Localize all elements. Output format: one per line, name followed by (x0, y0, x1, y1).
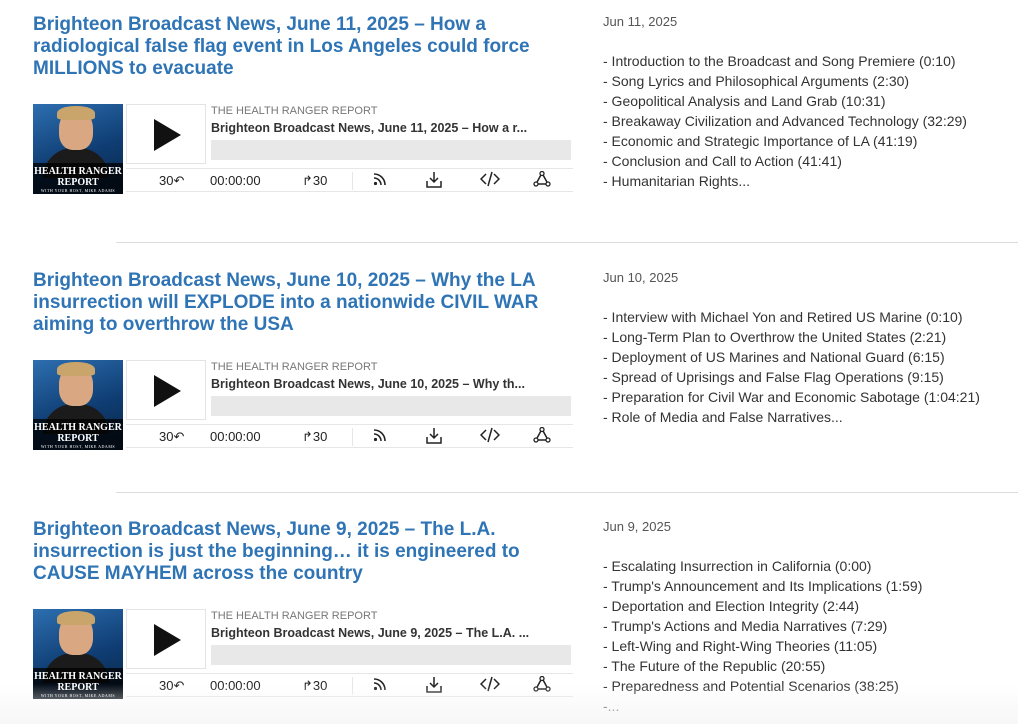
cover-brand-text: HEALTH RANGER REPORT (34, 422, 122, 444)
show-name: THE HEALTH RANGER REPORT (211, 105, 378, 117)
podcast-cover-image: HEALTH RANGER REPORT WITH YOUR HOST, MIKE… (33, 104, 123, 194)
show-name: THE HEALTH RANGER REPORT (211, 361, 378, 373)
play-button[interactable] (126, 609, 206, 669)
embed-code-icon[interactable] (479, 171, 501, 192)
topic-item: - Escalating Insurrection in California … (603, 558, 872, 574)
topic-item: - Deployment of US Marines and National … (603, 349, 945, 365)
topic-item: - Trump's Actions and Media Narratives (… (603, 618, 888, 634)
player-controls: 30↶ 00:00:00 ↱30 (126, 168, 573, 192)
topic-item: - Long-Term Plan to Overthrow the United… (603, 329, 947, 345)
current-time: 00:00:00 (210, 429, 261, 444)
play-icon (154, 375, 181, 407)
topic-item: - Preparedness and Potential Scenarios (… (603, 678, 899, 694)
progress-bar[interactable] (211, 396, 571, 416)
player-controls: 30↶ 00:00:00 ↱30 (126, 424, 573, 448)
forward-30-button[interactable]: ↱30 (302, 677, 327, 695)
topic-item: - Trump's Announcement and Its Implicati… (603, 578, 923, 594)
play-button[interactable] (126, 104, 206, 164)
divider (116, 242, 1018, 243)
current-time: 00:00:00 (210, 173, 261, 188)
episode-date: Jun 11, 2025 (603, 14, 678, 29)
episode-title-link[interactable]: Brighteon Broadcast News, June 9, 2025 –… (33, 519, 573, 585)
topic-item: - Song Lyrics and Philosophical Argument… (603, 73, 910, 89)
topic-item: - Interview with Michael Yon and Retired… (603, 309, 963, 325)
topic-item: - Economic and Strategic Importance of L… (603, 133, 918, 149)
topic-list: - Introduction to the Broadcast and Song… (603, 51, 967, 191)
play-icon (154, 624, 181, 656)
rewind-30-button[interactable]: 30↶ (159, 428, 184, 446)
play-button[interactable] (126, 360, 206, 420)
topic-list: - Escalating Insurrection in California … (603, 556, 922, 716)
podcast-cover-image: HEALTH RANGER REPORT WITH YOUR HOST, MIKE… (33, 360, 123, 450)
episode-title-link[interactable]: Brighteon Broadcast News, June 11, 2025 … (33, 14, 573, 80)
topic-item: - Deportation and Election Integrity (2:… (603, 598, 860, 614)
episode-date: Jun 9, 2025 (603, 519, 671, 534)
topic-item: - Preparation for Civil War and Economic… (603, 389, 980, 405)
progress-bar[interactable] (211, 645, 571, 665)
rss-icon[interactable] (372, 171, 388, 192)
topic-item: - The Future of the Republic (20:55) (603, 658, 826, 674)
player-controls: 30↶ 00:00:00 ↱30 (126, 673, 573, 697)
topic-list: - Interview with Michael Yon and Retired… (603, 307, 980, 427)
topic-item: - Conclusion and Call to Action (41:41) (603, 153, 842, 169)
share-icon[interactable] (533, 426, 551, 448)
track-title: Brighteon Broadcast News, June 11, 2025 … (211, 121, 528, 135)
forward-30-button[interactable]: ↱30 (302, 428, 327, 446)
rss-icon[interactable] (372, 676, 388, 697)
topic-item: - Spread of Uprisings and False Flag Ope… (603, 369, 944, 385)
audio-player: HEALTH RANGER REPORT WITH YOUR HOST, MIKE… (33, 104, 573, 194)
cover-brand-text: HEALTH RANGER REPORT (34, 671, 122, 693)
track-title: Brighteon Broadcast News, June 9, 2025 –… (211, 626, 530, 640)
download-icon[interactable] (426, 676, 442, 699)
forward-30-button[interactable]: ↱30 (302, 172, 327, 190)
episode-date: Jun 10, 2025 (603, 270, 679, 285)
topic-item: - Role of Media and False Narratives... (603, 409, 843, 425)
audio-player: HEALTH RANGER REPORT WITH YOUR HOST, MIKE… (33, 360, 573, 450)
rss-icon[interactable] (372, 427, 388, 448)
cover-brand-text: HEALTH RANGER REPORT (34, 166, 122, 188)
embed-code-icon[interactable] (479, 427, 501, 448)
cover-subtext: WITH YOUR HOST, MIKE ADAMS (40, 444, 116, 449)
download-icon[interactable] (426, 171, 442, 194)
topic-item: - Introduction to the Broadcast and Song… (603, 53, 956, 69)
cover-subtext: WITH YOUR HOST, MIKE ADAMS (40, 693, 116, 698)
topic-item: -... (603, 698, 620, 714)
topic-item: - Humanitarian Rights... (603, 173, 751, 189)
show-name: THE HEALTH RANGER REPORT (211, 610, 378, 622)
divider (116, 492, 1018, 493)
rewind-30-button[interactable]: 30↶ (159, 677, 184, 695)
progress-bar[interactable] (211, 140, 571, 160)
episode-title-link[interactable]: Brighteon Broadcast News, June 10, 2025 … (33, 270, 573, 336)
topic-item: - Geopolitical Analysis and Land Grab (1… (603, 93, 886, 109)
share-icon[interactable] (533, 675, 551, 697)
current-time: 00:00:00 (210, 678, 261, 693)
play-icon (154, 119, 181, 151)
share-icon[interactable] (533, 170, 551, 192)
cover-subtext: WITH YOUR HOST, MIKE ADAMS (40, 188, 116, 193)
rewind-30-button[interactable]: 30↶ (159, 172, 184, 190)
podcast-cover-image: HEALTH RANGER REPORT WITH YOUR HOST, MIKE… (33, 609, 123, 699)
track-title: Brighteon Broadcast News, June 10, 2025 … (211, 377, 525, 391)
topic-item: - Breakaway Civilization and Advanced Te… (603, 113, 967, 129)
embed-code-icon[interactable] (479, 676, 501, 697)
download-icon[interactable] (426, 427, 442, 450)
topic-item: - Left-Wing and Right-Wing Theories (11:… (603, 638, 878, 654)
audio-player: HEALTH RANGER REPORT WITH YOUR HOST, MIKE… (33, 609, 573, 699)
